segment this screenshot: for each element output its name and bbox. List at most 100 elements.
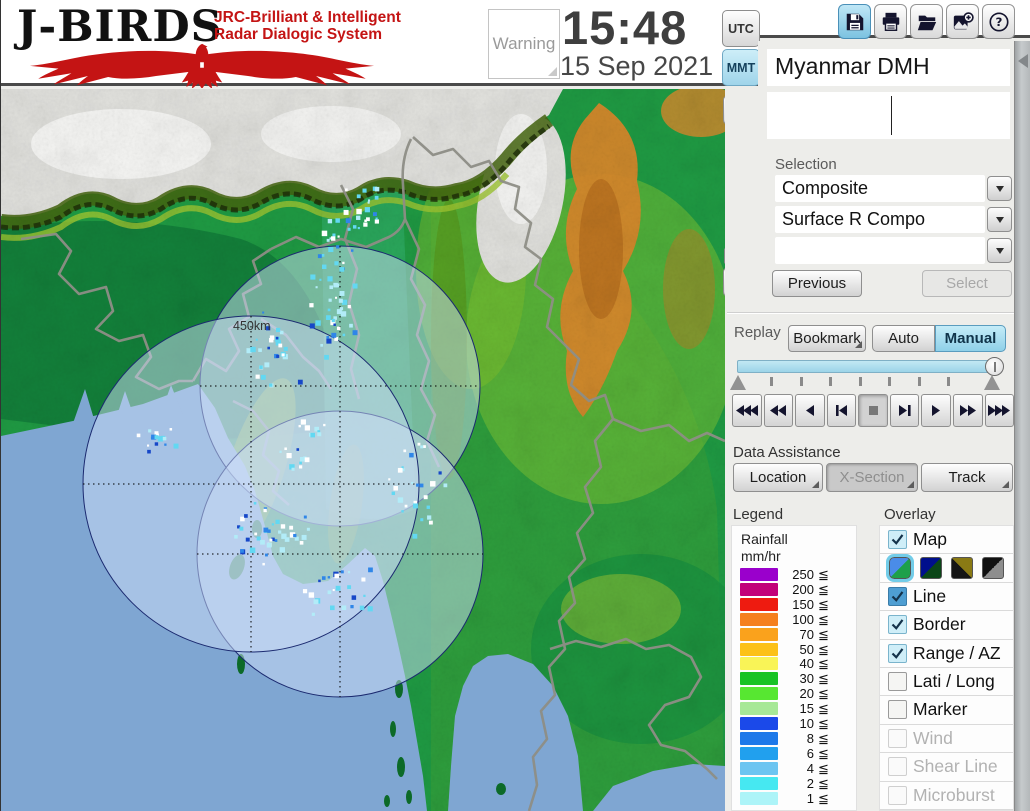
track-button[interactable]: Track <box>921 463 1013 492</box>
map-style-swatch-4[interactable] <box>982 557 1004 580</box>
legend-lte-symbol: ≦ <box>818 701 829 717</box>
overlay-label: Overlay <box>884 506 936 523</box>
step-fwd-icon <box>898 405 911 416</box>
warning-button[interactable]: Warning <box>488 9 560 79</box>
j-birds-app: 450km J-BIRDS JRC-Brilliant & Intelligen… <box>0 0 1030 811</box>
corner-fold-icon <box>812 481 819 488</box>
legend-value: 40 <box>799 656 814 672</box>
capture-icon <box>953 11 974 29</box>
slider-tick <box>858 377 862 386</box>
clock-time: 15:48 <box>562 1 688 54</box>
legend-lte-symbol: ≦ <box>818 596 829 612</box>
legend-row: 1 ≦ <box>732 791 856 806</box>
overlay-row-border: Border <box>880 611 1013 640</box>
app-logo-subtitle: JRC-Brilliant & Intelligent Radar Dialog… <box>214 9 401 44</box>
playback-ff2-button[interactable] <box>952 394 983 427</box>
lati-long-checkbox[interactable] <box>888 671 907 691</box>
map-style-swatch-2[interactable] <box>920 557 942 580</box>
map-style-swatch-3[interactable] <box>951 557 973 580</box>
svg-text:?: ? <box>995 15 1002 29</box>
range-ring-label: 450km <box>233 319 271 333</box>
legend-lte-symbol: ≦ <box>818 567 829 582</box>
selection-dropdown-1-button[interactable] <box>987 176 1012 201</box>
legend-row: 50 ≦ <box>732 642 856 657</box>
data-assistance-label: Data Assistance <box>733 444 841 461</box>
overlay-row-map: Map <box>880 526 1013 555</box>
legend-value: 100 <box>792 611 814 627</box>
playback-back-button[interactable] <box>795 394 825 427</box>
legend-value: 6 <box>806 745 814 761</box>
overlay-item-label: Range / AZ <box>913 642 1001 663</box>
collapse-panel-arrow-icon[interactable] <box>1018 54 1028 68</box>
slider-tick <box>770 377 773 386</box>
replay-slider-handle[interactable] <box>985 357 1004 376</box>
playback-fwd-button[interactable] <box>921 394 951 427</box>
map-style-swatch-1[interactable] <box>886 554 914 583</box>
help-button[interactable]: ? <box>982 4 1015 39</box>
utc-button[interactable]: UTC <box>722 10 760 47</box>
slider-tick <box>917 377 921 386</box>
site-name: Myanmar DMH <box>775 53 930 79</box>
playback-step-fwd-button[interactable] <box>889 394 920 427</box>
check-icon <box>891 534 904 545</box>
shear-line-checkbox <box>888 757 907 777</box>
line-checkbox[interactable] <box>888 586 907 606</box>
text-cursor <box>891 96 892 135</box>
range-az-checkbox[interactable] <box>888 643 907 663</box>
selection-dropdown-2-button[interactable] <box>987 207 1012 232</box>
location-button[interactable]: Location <box>733 463 823 492</box>
playback-rw2-button[interactable] <box>763 394 794 427</box>
previous-button[interactable]: Previous <box>772 270 862 297</box>
legend-row: 20 ≦ <box>732 686 856 702</box>
status-field[interactable] <box>767 92 1010 139</box>
overlay-item-label: Map <box>913 529 948 549</box>
chevron-down-icon <box>995 185 1004 192</box>
overlay-item-label: Wind <box>913 727 953 748</box>
legend-row: 40 ≦ <box>732 656 856 672</box>
bookmark-button[interactable]: Bookmark <box>788 325 866 352</box>
site-name-box: Myanmar DMH <box>767 49 1010 86</box>
rw3-icon <box>735 405 758 416</box>
map-checkbox[interactable] <box>888 530 907 549</box>
select-button[interactable]: Select <box>922 270 1012 297</box>
capture-button[interactable] <box>946 4 979 39</box>
save-button[interactable] <box>838 4 871 39</box>
playback-rw3-button[interactable] <box>732 394 762 427</box>
button-label: Location <box>749 469 807 486</box>
legend-value: 2 <box>806 775 814 791</box>
marker-checkbox[interactable] <box>888 700 907 720</box>
border-checkbox[interactable] <box>888 615 907 635</box>
x-section-button[interactable]: X-Section <box>826 463 918 492</box>
playback-step-back-button[interactable] <box>826 394 857 427</box>
print-button[interactable] <box>874 4 907 39</box>
selection-dropdown-3-button[interactable] <box>987 238 1012 263</box>
check-icon <box>891 619 904 631</box>
legend-lte-symbol: ≦ <box>818 611 829 627</box>
range-end-marker[interactable] <box>984 375 1000 390</box>
overlay-row-wind: Wind <box>880 725 1013 754</box>
overlay-row-shear-line: Shear Line <box>880 753 1013 782</box>
selection-label: Selection <box>775 156 837 173</box>
panel-scrollbar[interactable] <box>1014 41 1030 811</box>
selection-dropdown-3[interactable] <box>775 237 985 264</box>
selection-dropdown-2[interactable]: Surface R Compo <box>775 206 985 233</box>
legend-value: 15 <box>799 701 814 717</box>
playback-stop-button[interactable] <box>858 394 888 427</box>
legend-lte-symbol: ≦ <box>818 686 829 702</box>
mmt-button[interactable]: MMT <box>722 49 760 86</box>
overlay-item-label: Lati / Long <box>913 670 995 691</box>
auto-button[interactable]: Auto <box>872 325 935 352</box>
replay-slider-track[interactable] <box>737 360 1001 373</box>
playback-ff3-button[interactable] <box>984 394 1015 427</box>
range-start-marker[interactable] <box>730 375 746 390</box>
manual-button[interactable]: Manual <box>935 325 1006 352</box>
button-label: Track <box>948 469 986 486</box>
selection-dropdown-1[interactable]: Composite <box>775 175 985 202</box>
overlay-row-microburst: Microburst <box>880 782 1013 810</box>
button-label: X-Section <box>839 469 905 486</box>
legend-value: 10 <box>799 716 814 731</box>
radar-map[interactable]: 450km <box>1 85 751 811</box>
legend-lte-symbol: ≦ <box>818 760 829 776</box>
open-button[interactable] <box>910 4 943 39</box>
legend-color-swatch <box>740 627 778 641</box>
